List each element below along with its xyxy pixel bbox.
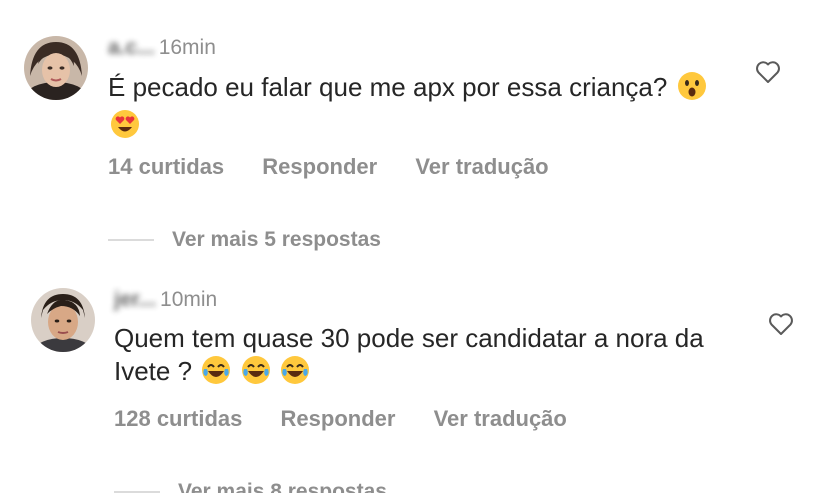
reply-button[interactable]: Responder [281,406,396,431]
translate-button[interactable]: Ver tradução [434,406,567,431]
comment-item: a.c... 16min É pecado eu falar que me apx… [0,0,828,252]
tears-of-joy-face-icon [280,355,310,393]
replies-divider [108,239,154,242]
view-more-replies[interactable]: Ver mais 8 respostas [114,480,387,493]
avatar[interactable] [31,288,95,352]
comment-username[interactable]: jer... [114,288,156,311]
heart-outline-icon[interactable] [755,60,781,84]
tears-of-joy-face-icon [201,355,231,393]
comment-time: 16min [158,36,216,59]
comment-username[interactable]: a.c... [108,36,155,59]
comment-text: É pecado eu falar que me apx por essa cr… [108,72,668,102]
comment-time: 10min [160,288,218,311]
comment-item: jer... 10min Quem tem quase 30 pode ser c… [0,250,828,493]
likes-count[interactable]: 14 curtidas [108,154,224,179]
translate-button[interactable]: Ver tradução [415,154,548,179]
tears-of-joy-face-icon [241,355,271,393]
astonished-face-icon [677,71,707,109]
reply-button[interactable]: Responder [262,154,377,179]
heart-eyes-face-icon [110,109,140,147]
avatar[interactable] [24,36,88,100]
likes-count[interactable]: 128 curtidas [114,406,242,431]
comment-thread: a.c... 16min É pecado eu falar que me apx… [0,0,828,493]
heart-outline-icon[interactable] [768,312,794,336]
view-more-replies[interactable]: Ver mais 5 respostas [108,228,381,252]
